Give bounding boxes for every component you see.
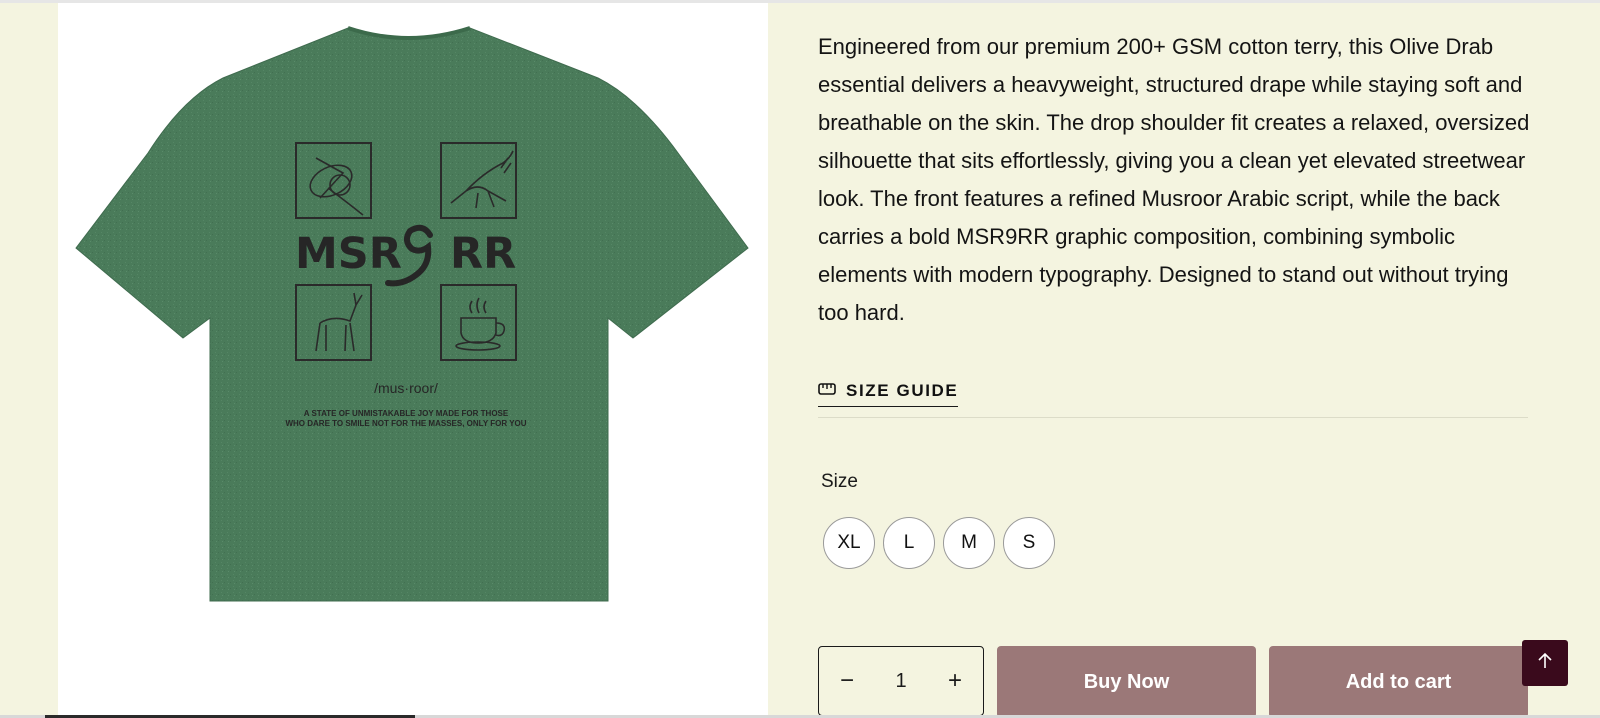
quantity-decrease-button[interactable]: − bbox=[819, 647, 875, 715]
product-image[interactable]: MSR RR /mus·roor/ A STATE OF UNMISTAKABL… bbox=[58, 3, 768, 715]
shirt-logo-left: MSR bbox=[295, 229, 402, 279]
size-guide-label: SIZE GUIDE bbox=[846, 381, 959, 400]
scroll-to-top-button[interactable] bbox=[1522, 640, 1568, 686]
shirt-logo-right: RR bbox=[450, 229, 516, 279]
size-label: Size bbox=[821, 471, 858, 492]
buy-now-button[interactable]: Buy Now bbox=[997, 646, 1256, 718]
shirt-tagline-line2: WHO DARE TO SMILE NOT FOR THE MASSES, ON… bbox=[285, 419, 526, 428]
size-guide-link[interactable]: SIZE GUIDE bbox=[818, 378, 959, 407]
size-option-s[interactable]: S bbox=[1003, 517, 1055, 569]
size-option-l[interactable]: L bbox=[883, 517, 935, 569]
divider bbox=[818, 417, 1528, 418]
arrow-up-icon bbox=[1537, 652, 1553, 675]
quantity-increase-button[interactable]: + bbox=[927, 647, 983, 715]
size-option-m[interactable]: M bbox=[943, 517, 995, 569]
tshirt-illustration: MSR RR /mus·roor/ A STATE OF UNMISTAKABL… bbox=[75, 26, 749, 602]
size-option-xl[interactable]: XL bbox=[823, 517, 875, 569]
product-info: Engineered from our premium 200+ GSM cot… bbox=[818, 0, 1530, 718]
shirt-phonetic: /mus·roor/ bbox=[374, 380, 438, 396]
quantity-value[interactable]: 1 bbox=[895, 670, 906, 693]
product-description: Engineered from our premium 200+ GSM cot… bbox=[818, 34, 1530, 325]
ruler-icon bbox=[818, 382, 836, 401]
add-to-cart-button[interactable]: Add to cart bbox=[1269, 646, 1528, 718]
quantity-stepper: − 1 + bbox=[818, 646, 984, 716]
shirt-tagline-line1: A STATE OF UNMISTAKABLE JOY MADE FOR THO… bbox=[304, 409, 509, 418]
size-options: XL L M S bbox=[823, 517, 1055, 569]
